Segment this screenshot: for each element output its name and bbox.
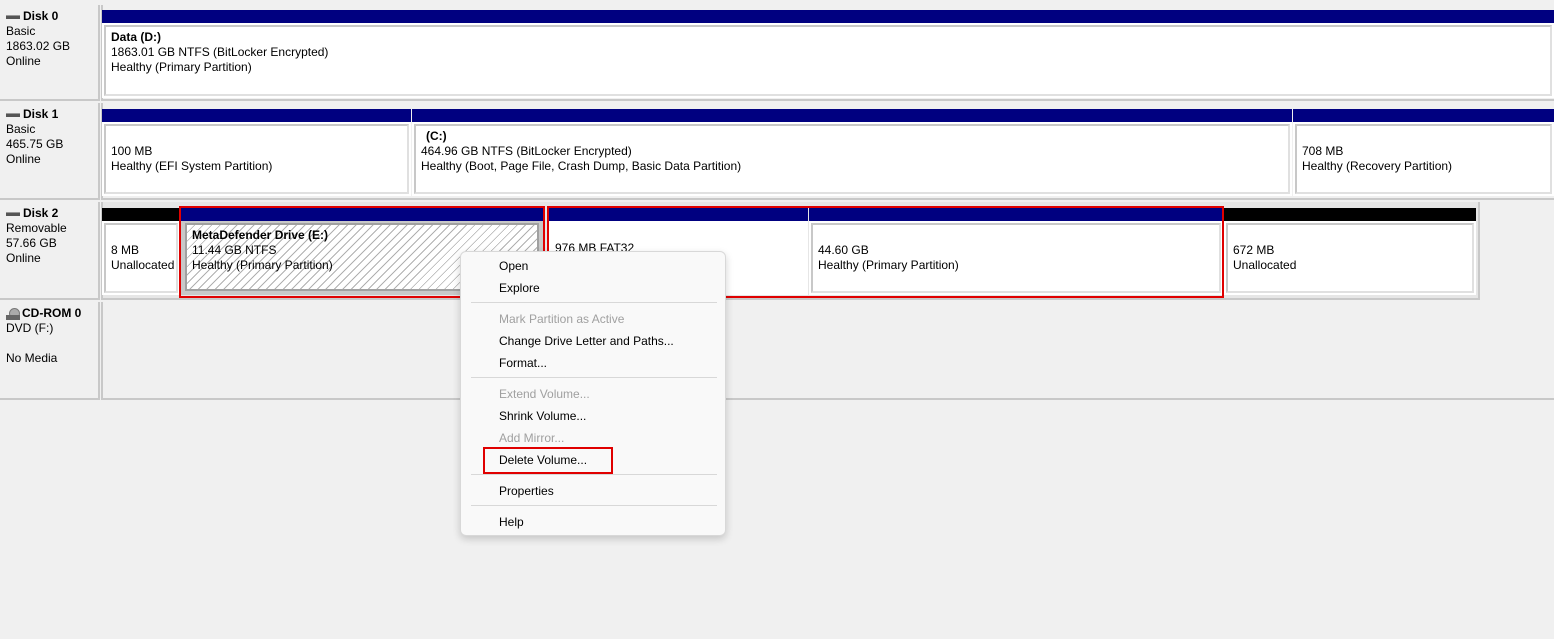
- partition-status: Unallocated: [1233, 258, 1297, 272]
- partition-status: Healthy (EFI System Partition): [111, 159, 273, 173]
- disk-size: 57.66 GB: [6, 236, 57, 250]
- menu-help[interactable]: Help: [499, 514, 524, 530]
- cdrom-name: CD-ROM 0: [22, 306, 82, 320]
- partition-data-d[interactable]: Data (D:) 1863.01 GB NTFS (BitLocker Encr…: [102, 10, 1554, 98]
- cd-drive-icon: [6, 307, 20, 320]
- partition-recovery[interactable]: 708 MB Healthy (Recovery Partition): [1293, 109, 1554, 196]
- menu-extend-volume: Extend Volume...: [499, 387, 590, 401]
- partition-c[interactable]: (C:) 464.96 GB NTFS (BitLocker Encrypted)…: [412, 109, 1292, 196]
- disk-icon: [6, 112, 20, 117]
- partition-size: 672 MB: [1233, 243, 1275, 257]
- partition-bar: [102, 208, 180, 221]
- partition-size: 8 MB: [111, 243, 140, 257]
- partition-efi[interactable]: 100 MB Healthy (EFI System Partition): [102, 109, 411, 196]
- partition-title: (C:): [426, 129, 447, 143]
- partition-bar: [1293, 109, 1554, 122]
- disk-status: Online: [6, 152, 41, 166]
- menu-shrink-volume[interactable]: Shrink Volume...: [499, 408, 586, 424]
- partition-size: 100 MB: [111, 144, 153, 158]
- partition-unallocated-8mb[interactable]: 8 MB Unallocated: [102, 208, 180, 295]
- disk-type: Basic: [6, 122, 36, 136]
- highlight-delete-volume: [483, 447, 613, 474]
- partition-status: Healthy (Recovery Partition): [1302, 159, 1453, 173]
- partition-size: 464.96 GB NTFS (BitLocker Encrypted): [421, 144, 632, 158]
- cdrom-type: DVD (F:): [6, 321, 54, 335]
- menu-separator: [471, 474, 717, 475]
- disk-2-label[interactable]: Disk 2 Removable 57.66 GB Online: [0, 202, 100, 300]
- disk-size: 465.75 GB: [6, 137, 64, 151]
- menu-format[interactable]: Format...: [499, 355, 547, 371]
- disk-name: Disk 0: [23, 9, 59, 23]
- partition-status: Healthy (Primary Partition): [111, 60, 252, 74]
- disk-type: Basic: [6, 24, 36, 38]
- disk-name: Disk 1: [23, 107, 59, 121]
- menu-separator: [471, 302, 717, 303]
- context-menu: Open Explore Mark Partition as Active Ch…: [460, 251, 726, 536]
- disk-icon: [6, 14, 20, 19]
- menu-open[interactable]: Open: [499, 258, 528, 274]
- disk-type: Removable: [6, 221, 67, 235]
- partition-unallocated-672mb[interactable]: 672 MB Unallocated: [1224, 208, 1476, 295]
- disk-status: Online: [6, 251, 41, 265]
- partition-size: 708 MB: [1302, 144, 1344, 158]
- partition-bar: [102, 10, 1554, 23]
- menu-properties[interactable]: Properties: [499, 483, 554, 499]
- partition-bar: [102, 109, 411, 122]
- partition-bar: [412, 109, 1292, 122]
- menu-mark-active: Mark Partition as Active: [499, 312, 625, 326]
- partition-size: 1863.01 GB NTFS (BitLocker Encrypted): [111, 45, 329, 59]
- partition-status: Healthy (Boot, Page File, Crash Dump, Ba…: [421, 159, 742, 173]
- menu-explore[interactable]: Explore: [499, 280, 540, 296]
- partition-title: Data (D:): [111, 30, 161, 44]
- menu-change-drive-letter[interactable]: Change Drive Letter and Paths...: [499, 333, 674, 349]
- partition-status: Unallocated: [111, 258, 175, 272]
- disk-name: Disk 2: [23, 206, 59, 220]
- cdrom-status: No Media: [6, 351, 58, 365]
- menu-separator: [471, 505, 717, 506]
- cdrom-0-label[interactable]: CD-ROM 0 DVD (F:) No Media: [0, 302, 100, 400]
- disk-0-label[interactable]: Disk 0 Basic 1863.02 GB Online: [0, 5, 100, 101]
- menu-add-mirror: Add Mirror...: [499, 431, 565, 445]
- menu-separator: [471, 377, 717, 378]
- disk-size: 1863.02 GB: [6, 39, 71, 53]
- disk-1-label[interactable]: Disk 1 Basic 465.75 GB Online: [0, 103, 100, 200]
- partition-bar: [1224, 208, 1476, 221]
- cdrom-row: [101, 302, 1554, 400]
- disk-status: Online: [6, 54, 41, 68]
- disk-icon: [6, 211, 20, 216]
